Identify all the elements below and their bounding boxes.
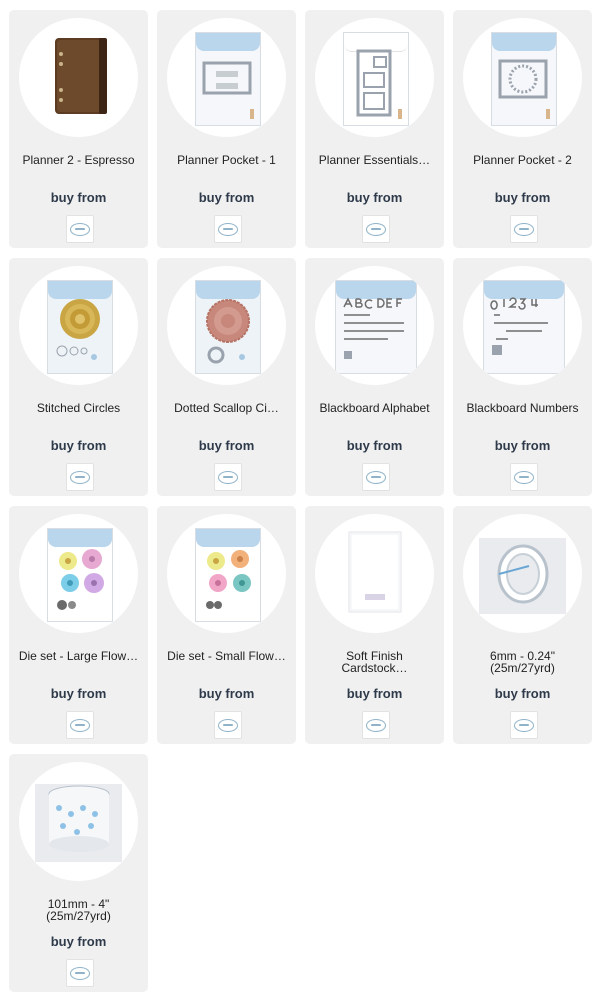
store-logo-icon[interactable] [362,215,390,243]
buy-from-link[interactable]: buy from [9,190,148,205]
buy-from-link[interactable]: buy from [9,934,148,949]
product-title[interactable]: 6mm - 0.24" (25m/27yrd) [459,650,586,674]
product-card[interactable]: Blackboard Alphabet buy from [305,258,444,496]
product-card[interactable]: 6mm - 0.24" (25m/27yrd) buy from [453,506,592,744]
product-card[interactable]: Planner Essentials… buy from [305,10,444,248]
product-card[interactable]: Planner Pocket - 1 buy from [157,10,296,248]
product-title[interactable]: Dotted Scallop Ci… [163,402,290,414]
product-card[interactable]: Blackboard Numbers buy from [453,258,592,496]
buy-from-link[interactable]: buy from [9,686,148,701]
product-title[interactable]: Planner 2 - Espresso [15,154,142,166]
store-logo-icon[interactable] [66,215,94,243]
store-logo-icon[interactable] [214,215,242,243]
product-thumbnail[interactable] [19,514,138,633]
product-thumbnail[interactable] [19,266,138,385]
product-thumbnail[interactable] [315,18,434,137]
product-card[interactable]: Planner 2 - Espresso buy from [9,10,148,248]
product-thumbnail[interactable] [19,18,138,137]
buy-from-link[interactable]: buy from [9,438,148,453]
buy-from-link[interactable]: buy from [305,190,444,205]
product-thumbnail[interactable] [167,514,286,633]
product-thumbnail[interactable] [167,266,286,385]
product-thumbnail[interactable] [463,18,582,137]
buy-from-link[interactable]: buy from [157,190,296,205]
product-title[interactable]: Soft Finish Cardstock… [311,650,438,674]
buy-from-link[interactable]: buy from [157,686,296,701]
store-logo-icon[interactable] [214,463,242,491]
buy-from-link[interactable]: buy from [157,438,296,453]
product-grid: Planner 2 - Espresso buy from Planner Po… [0,0,600,1002]
product-card[interactable]: 101mm - 4" (25m/27yrd) buy from [9,754,148,992]
product-thumbnail[interactable] [19,762,138,881]
product-title[interactable]: Die set - Large Flow… [15,650,142,662]
product-card[interactable]: Stitched Circles buy from [9,258,148,496]
product-title[interactable]: Blackboard Numbers [459,402,586,414]
product-thumbnail[interactable] [463,514,582,633]
product-title[interactable]: 101mm - 4" (25m/27yrd) [15,898,142,922]
product-title[interactable]: Planner Pocket - 2 [459,154,586,166]
product-title[interactable]: Die set - Small Flow… [163,650,290,662]
store-logo-icon[interactable] [362,463,390,491]
buy-from-link[interactable]: buy from [453,686,592,701]
store-logo-icon[interactable] [510,711,538,739]
store-logo-icon[interactable] [66,959,94,987]
store-logo-icon[interactable] [214,711,242,739]
product-thumbnail[interactable] [315,514,434,633]
product-card[interactable]: Planner Pocket - 2 buy from [453,10,592,248]
product-card[interactable]: Die set - Large Flow… buy from [9,506,148,744]
product-title[interactable]: Blackboard Alphabet [311,402,438,414]
product-thumbnail[interactable] [315,266,434,385]
store-logo-icon[interactable] [66,711,94,739]
buy-from-link[interactable]: buy from [453,438,592,453]
product-title[interactable]: Planner Pocket - 1 [163,154,290,166]
product-thumbnail[interactable] [463,266,582,385]
buy-from-link[interactable]: buy from [453,190,592,205]
product-card[interactable]: Dotted Scallop Ci… buy from [157,258,296,496]
store-logo-icon[interactable] [510,215,538,243]
store-logo-icon[interactable] [362,711,390,739]
product-title[interactable]: Stitched Circles [15,402,142,414]
product-card[interactable]: Die set - Small Flow… buy from [157,506,296,744]
buy-from-link[interactable]: buy from [305,686,444,701]
product-thumbnail[interactable] [167,18,286,137]
store-logo-icon[interactable] [510,463,538,491]
buy-from-link[interactable]: buy from [305,438,444,453]
product-title[interactable]: Planner Essentials… [311,154,438,166]
product-card[interactable]: Soft Finish Cardstock… buy from [305,506,444,744]
store-logo-icon[interactable] [66,463,94,491]
